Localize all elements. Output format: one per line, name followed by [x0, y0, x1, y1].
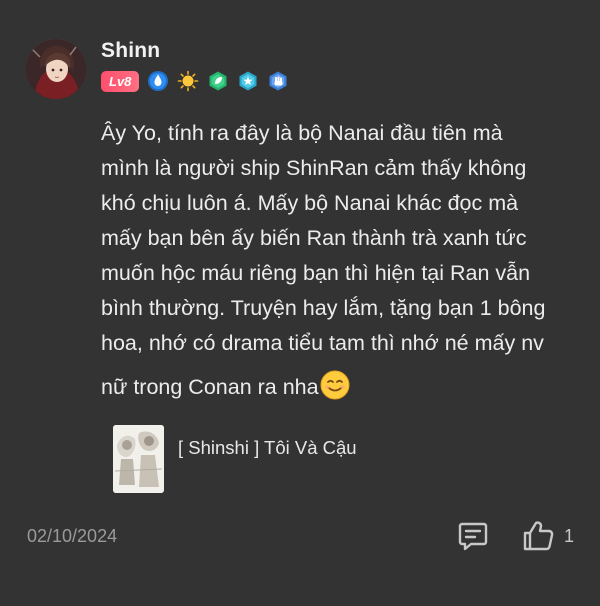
- hand-medal-icon: [269, 71, 287, 91]
- comment-text: Ây Yo, tính ra đây là bộ Nanai đầu tiên …: [101, 116, 581, 405]
- thumbs-up-icon: [523, 521, 554, 551]
- comment-line: Ây Yo, tính ra đây là bộ Nanai đầu tiên …: [101, 121, 503, 145]
- comment-line: mấy bạn bên ấy biến Ran thành trà xanh t…: [101, 226, 527, 250]
- comment-line: muốn hộc máu riêng bạn thì hiện tại Ran …: [101, 261, 531, 285]
- username[interactable]: Shinn: [101, 39, 160, 63]
- story-link[interactable]: [ Shinshi ] Tôi Và Cậu: [113, 425, 357, 493]
- badge-row: Lv8: [101, 70, 289, 92]
- comment-line: nữ trong Conan ra nha: [101, 375, 319, 399]
- smiling-face-icon: [320, 370, 350, 400]
- comment-card: Shinn Lv8 Ây Yo, tính ra đây là bộ Nanai…: [0, 0, 600, 606]
- story-cover-image[interactable]: [113, 425, 164, 493]
- comment-line: bình thường. Truyện hay lắm, tặng bạn 1 …: [101, 296, 546, 320]
- level-badge: Lv8: [101, 70, 140, 92]
- sun-medal-icon: [178, 70, 199, 92]
- avatar[interactable]: [26, 39, 86, 99]
- comment-line: khó chịu luôn á. Mấy bộ Nanai khác đọc m…: [101, 191, 519, 215]
- story-title[interactable]: [ Shinshi ] Tôi Và Cậu: [178, 437, 357, 459]
- reply-icon[interactable]: [456, 519, 490, 553]
- star-medal-icon: [239, 71, 257, 91]
- comment-line: mình là người ship ShinRan cảm thấy khôn…: [101, 156, 527, 180]
- like-button[interactable]: 1: [520, 518, 574, 554]
- like-count: 1: [564, 525, 575, 546]
- drop-medal-icon: [148, 71, 169, 91]
- leaf-medal-icon: [209, 71, 227, 91]
- comment-line: hoa, nhớ có drama tiểu tam thì nhớ né mấ…: [101, 331, 544, 355]
- comment-date: 02/10/2024: [27, 526, 118, 546]
